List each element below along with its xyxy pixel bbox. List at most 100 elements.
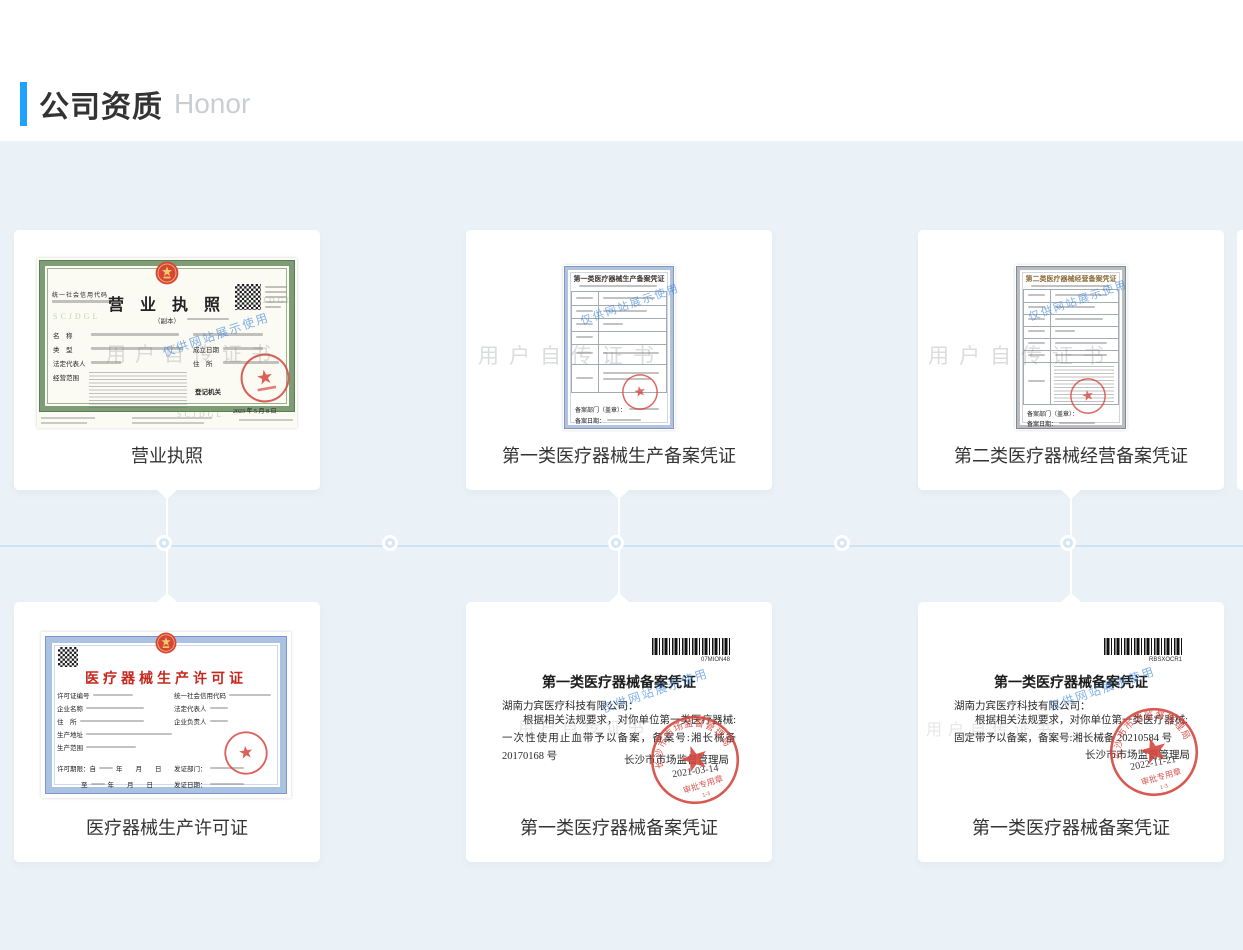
card-caption: 医疗器械生产许可证 [14,814,320,840]
text-line-placeholder [1055,342,1107,344]
barcode-text: RBSXOCR1 [1104,657,1182,663]
business-license-image: 统一社会信用代码 营 业 执 照 （副本） 名 称 类 型 法定代表人 经营范围… [37,258,297,428]
text-line-placeholder [1028,306,1045,308]
text-line-placeholder [1031,285,1109,287]
field-label-address: 住 所 [193,358,213,368]
card-caption: 第一类医疗器械生产备案凭证 [466,442,772,468]
label-license-no: 许可证编号 [57,690,90,700]
table-line [1024,362,1118,363]
label-validity: 许可期限：自 [57,763,96,773]
label-issuer: 发证部门： [174,763,207,773]
text-line-placeholder [576,352,593,354]
card-class1-record-2[interactable]: RBSXOCR1 第一类医疗器械备案凭证 湖南力宾医疗科技有限公司： 根据相关法… [918,602,1224,862]
text-line-placeholder [86,733,172,736]
text-line-placeholder [607,419,641,421]
text-line-placeholder [80,720,144,723]
card-class1-record-1[interactable]: 07MION48 第一类医疗器械备案凭证 湖南力宾医疗科技有限公司： 根据相关法… [466,602,772,862]
certificate-image: 第二类医疗器械经营备案凭证 [1015,265,1127,430]
official-seal-icon [617,369,662,414]
document-addressee: 湖南力宾医疗科技有限公司： [502,698,639,713]
watermark-code: SCJDGL [247,296,294,305]
certificate-image: 第一类医疗器械生产备案凭证 [563,265,675,430]
table-line [1024,314,1118,315]
footer-text-placeholder [41,422,87,424]
card-notch [1061,593,1081,602]
text-line-placeholder [1028,330,1045,332]
text-line-placeholder [1055,318,1103,320]
field-label-name: 名 称 [53,330,73,340]
card-caption: 营业执照 [14,442,320,468]
label-address: 住 所 [57,716,77,726]
official-seal-icon [235,348,295,408]
timeline-dot [159,538,169,548]
record-dept-label: 备案部门（盖章）： [575,405,626,414]
timeline-line [0,545,1243,547]
text-line-placeholder [93,694,133,697]
field-label-type: 类 型 [53,344,73,354]
card-notch [157,593,177,602]
watermark-code: SCJDGL [53,312,100,321]
card-class1-production-record[interactable]: 第一类医疗器械生产备案凭证 [466,230,772,490]
card-notch [157,490,177,499]
card-caption: 第一类医疗器械备案凭证 [918,814,1224,840]
qr-code [58,647,78,667]
field-label-scope: 经营范围 [53,372,79,382]
registrar-label: 登记机关 [195,386,221,396]
text-line-placeholder [91,361,121,364]
text-line-placeholder [1055,294,1107,296]
text-line-placeholder [603,352,659,354]
label-ymd: 年 月 日 [116,763,162,773]
card-business-license[interactable]: 统一社会信用代码 营 业 执 照 （副本） 名 称 类 型 法定代表人 经营范围… [14,230,320,490]
table-line [572,331,666,332]
text-line-placeholder [1028,380,1045,382]
text-line-placeholder [1028,354,1045,356]
text-line-placeholder [210,783,244,786]
label-manager: 企业负责人 [174,716,207,726]
license-title: 医疗器械生产许可证 [41,668,291,688]
timeline-dot [837,538,847,548]
text-line-placeholder [1028,294,1045,296]
table-line [1024,338,1118,339]
table-line [598,292,599,392]
certificate-title: 第二类医疗器械经营备案凭证 [1015,274,1127,284]
table-line [572,344,666,345]
text-line-placeholder [91,783,105,786]
text-line-placeholder [576,297,593,299]
text-line-placeholder [86,746,136,749]
document-title: 第一类医疗器械备案凭证 [466,672,772,692]
text-line-placeholder [1055,330,1075,332]
timeline-dot [385,538,395,548]
field-label-established: 成立日期 [193,344,219,354]
card-production-license[interactable]: 医疗器械生产许可证 许可证编号 统一社会信用代码 企业名称 法定代表人 住 所 … [14,602,320,862]
card-notch [609,490,629,499]
card-caption: 第一类医疗器械备案凭证 [466,814,772,840]
card-notch [1061,490,1081,499]
table-line [572,305,666,306]
table-line [572,318,666,319]
record-date-label: 备案日期： [1027,419,1057,428]
timeline-dot [1063,538,1073,548]
barcode [1104,638,1182,655]
label-production-address: 生产地址 [57,729,83,739]
text-line-placeholder [603,297,655,299]
record-date-label: 备案日期： [575,416,605,425]
text-line-placeholder [265,291,287,293]
text-line-placeholder [193,333,263,336]
seal-number: 1-3 [1159,783,1168,791]
seal-number: 1-3 [702,791,711,799]
production-license-image: 医疗器械生产许可证 许可证编号 统一社会信用代码 企业名称 法定代表人 住 所 … [41,632,291,798]
label-legal-rep: 法定代表人 [174,703,207,713]
card-class2-operation-record[interactable]: 第二类医疗器械经营备案凭证 [918,230,1224,490]
text-line-placeholder [99,767,113,770]
text-line-placeholder [91,347,183,350]
barcode [652,638,730,655]
honor-page: 公司资质 Honor 统一社会信用代码 营 业 执 照 （副本） [0,0,1243,950]
footer-text-placeholder [132,417,212,419]
section-header: 公司资质 Honor [20,81,250,127]
document-title: 第一类医疗器械备案凭证 [918,672,1224,692]
label-company: 企业名称 [57,703,83,713]
label-credit-code: 统一社会信用代码 [174,690,226,700]
barcode-text: 07MION48 [652,657,730,663]
national-emblem-icon [155,632,177,654]
table-line [1024,350,1118,351]
